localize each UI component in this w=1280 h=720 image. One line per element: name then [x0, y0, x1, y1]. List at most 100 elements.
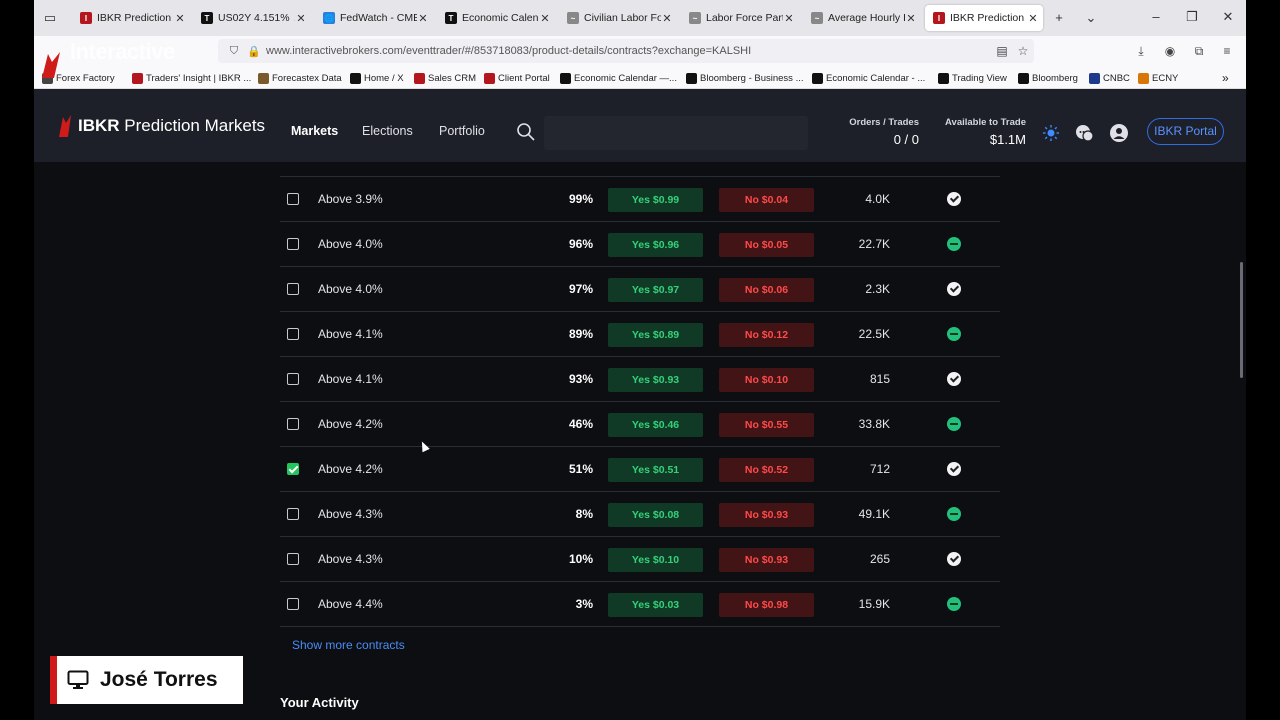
- table-row: Above 4.2% 51% Yes $0.51 No $0.52 712: [280, 447, 1000, 492]
- nav-elections[interactable]: Elections: [362, 124, 413, 138]
- probability-value: 46%: [568, 417, 593, 431]
- row-checkbox[interactable]: [287, 283, 299, 295]
- bookmark-item[interactable]: CNBC: [1089, 70, 1130, 86]
- tab-close-icon[interactable]: ✕: [905, 12, 917, 25]
- yes-price-button[interactable]: Yes $0.03: [608, 593, 703, 617]
- volume-value: 22.5K: [858, 327, 890, 341]
- browser-tab[interactable]: T US02Y 4.151% ▲ +✕: [193, 5, 311, 31]
- bookmark-item[interactable]: ECNY: [1138, 70, 1178, 86]
- no-price-button[interactable]: No $0.10: [719, 368, 814, 392]
- browser-tab[interactable]: ~ Labor Force Partic✕: [681, 5, 799, 31]
- no-price-button[interactable]: No $0.04: [719, 188, 814, 212]
- browser-tab[interactable]: I IBKR Prediction M✕: [72, 5, 190, 31]
- nav-markets[interactable]: Markets: [291, 124, 338, 138]
- tab-close-icon[interactable]: ✕: [539, 12, 551, 25]
- browser-tab[interactable]: 🌐 FedWatch - CME C✕: [315, 5, 433, 31]
- bookmark-item[interactable]: Home / X: [350, 70, 404, 86]
- no-price-button[interactable]: No $0.98: [719, 593, 814, 617]
- tab-close-icon[interactable]: ✕: [174, 12, 186, 25]
- bookmark-favicon-icon: [350, 72, 361, 84]
- yes-price-button[interactable]: Yes $0.93: [608, 368, 703, 392]
- downloads-icon[interactable]: ⤓: [1132, 42, 1150, 60]
- no-price-button[interactable]: No $0.05: [719, 233, 814, 257]
- row-checkbox[interactable]: [287, 238, 299, 250]
- bookmark-item[interactable]: Traders' Insight | IBKR ...: [132, 70, 251, 86]
- tab-close-icon[interactable]: ✕: [1027, 12, 1039, 25]
- restore-icon[interactable]: ❐: [1182, 9, 1202, 25]
- bookmark-item[interactable]: Client Portal: [484, 70, 550, 86]
- no-price-button[interactable]: No $0.06: [719, 278, 814, 302]
- tab-list-chevron-icon[interactable]: ⌄: [1082, 9, 1100, 27]
- settled-check-icon: [947, 372, 961, 386]
- extensions-icon[interactable]: ⧉: [1190, 42, 1208, 60]
- menu-icon[interactable]: ≡: [1218, 42, 1236, 60]
- close-window-icon[interactable]: ✕: [1218, 9, 1238, 25]
- no-price-button[interactable]: No $0.12: [719, 323, 814, 347]
- row-checkbox[interactable]: [287, 463, 299, 475]
- search-input[interactable]: [544, 116, 808, 150]
- bookmark-item[interactable]: Forex Factory: [42, 70, 115, 86]
- tab-close-icon[interactable]: ✕: [295, 12, 307, 25]
- browser-tab[interactable]: T Economic Calenda✕: [437, 5, 555, 31]
- available-to-trade-stat: Available to Trade $1.1M: [934, 117, 1026, 147]
- minimize-icon[interactable]: –: [1146, 9, 1166, 24]
- bookmark-item[interactable]: Trading View: [938, 70, 1007, 86]
- row-checkbox[interactable]: [287, 418, 299, 430]
- no-price-button[interactable]: No $0.52: [719, 458, 814, 482]
- row-checkbox[interactable]: [287, 598, 299, 610]
- bookmark-label: Sales CRM: [428, 72, 477, 84]
- shield-icon[interactable]: ⛉: [226, 45, 242, 58]
- yes-price-button[interactable]: Yes $0.10: [608, 548, 703, 572]
- ibkr-portal-button[interactable]: IBKR Portal: [1147, 118, 1224, 145]
- bookmark-item[interactable]: Economic Calendar - ...: [812, 70, 925, 86]
- search-icon[interactable]: [516, 122, 536, 142]
- chat-support-icon[interactable]: [1074, 123, 1094, 143]
- no-price-button[interactable]: No $0.93: [719, 548, 814, 572]
- theme-toggle-icon[interactable]: [1041, 123, 1061, 143]
- row-checkbox[interactable]: [287, 193, 299, 205]
- no-price-button[interactable]: No $0.55: [719, 413, 814, 437]
- browser-tab[interactable]: I IBKR Prediction M✕: [925, 5, 1043, 31]
- address-bar[interactable]: ⛉ 🔒 www.interactivebrokers.com/eventtrad…: [218, 39, 1034, 63]
- bookmark-item[interactable]: Bloomberg - Business ...: [686, 70, 804, 86]
- page-scrollbar[interactable]: [1240, 262, 1243, 378]
- yes-price-button[interactable]: Yes $0.08: [608, 503, 703, 527]
- user-profile-icon[interactable]: [1109, 123, 1129, 143]
- yes-price-button[interactable]: Yes $0.96: [608, 233, 703, 257]
- bookmark-item[interactable]: Bloomberg: [1018, 70, 1078, 86]
- tab-close-icon[interactable]: ✕: [783, 12, 795, 25]
- tab-overview-icon[interactable]: ▭: [41, 9, 59, 27]
- browser-tab[interactable]: ~ Civilian Labor Forc✕: [559, 5, 677, 31]
- yes-price-button[interactable]: Yes $0.97: [608, 278, 703, 302]
- yes-price-button[interactable]: Yes $0.51: [608, 458, 703, 482]
- row-checkbox[interactable]: [287, 553, 299, 565]
- show-more-contracts-link[interactable]: Show more contracts: [292, 638, 405, 652]
- contract-label: Above 4.1%: [318, 327, 383, 341]
- brand-bold: IBKR: [78, 116, 120, 135]
- brand[interactable]: IBKR Prediction Markets: [56, 113, 265, 139]
- reader-view-icon[interactable]: ▤: [993, 42, 1011, 60]
- nav-portfolio[interactable]: Portfolio: [439, 124, 485, 138]
- more-bookmarks-icon[interactable]: »: [1222, 70, 1229, 86]
- bookmark-item[interactable]: Forecastex Data: [258, 70, 342, 86]
- bookmark-item[interactable]: Economic Calendar —...: [560, 70, 677, 86]
- no-price-button[interactable]: No $0.93: [719, 503, 814, 527]
- new-tab-icon[interactable]: +: [1050, 9, 1068, 27]
- lock-icon[interactable]: 🔒: [246, 45, 262, 58]
- browser-tab[interactable]: ~ Average Hourly Ea✕: [803, 5, 921, 31]
- tab-close-icon[interactable]: ✕: [661, 12, 673, 25]
- contract-label: Above 4.2%: [318, 462, 383, 476]
- tab-bar: ▭ IIBKR Prediction M✕TUS02Y 4.151% ▲ +✕🌐…: [34, 0, 1246, 36]
- tab-close-icon[interactable]: ✕: [417, 12, 429, 25]
- yes-price-button[interactable]: Yes $0.46: [608, 413, 703, 437]
- navigation-bar: ⛉ 🔒 www.interactivebrokers.com/eventtrad…: [34, 36, 1246, 66]
- row-checkbox[interactable]: [287, 508, 299, 520]
- row-checkbox[interactable]: [287, 373, 299, 385]
- account-icon[interactable]: ◉: [1161, 42, 1179, 60]
- bookmark-star-icon[interactable]: ☆: [1014, 42, 1032, 60]
- yes-price-button[interactable]: Yes $0.99: [608, 188, 703, 212]
- row-checkbox[interactable]: [287, 328, 299, 340]
- bookmark-item[interactable]: Sales CRM: [414, 70, 476, 86]
- bookmark-label: Client Portal: [498, 72, 550, 84]
- yes-price-button[interactable]: Yes $0.89: [608, 323, 703, 347]
